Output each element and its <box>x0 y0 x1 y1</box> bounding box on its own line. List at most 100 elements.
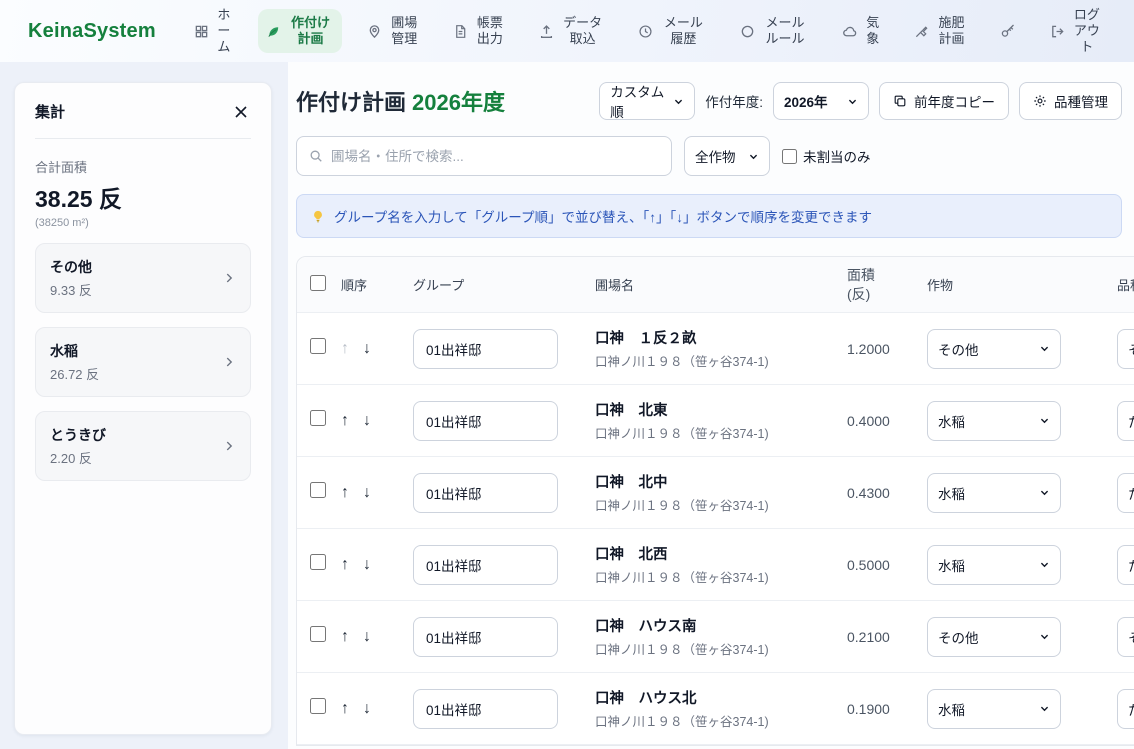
field-address: 口神ノ川１９８（笹ヶ谷374-1) <box>595 567 847 586</box>
row-checkbox[interactable] <box>310 554 326 570</box>
sort-order-select[interactable]: カスタム順 <box>599 82 695 120</box>
group-input[interactable] <box>413 473 558 513</box>
crop-filter-value: 全作物 <box>695 146 736 166</box>
crop-select-value: その他 <box>938 627 979 647</box>
move-up-button[interactable]: ↑ <box>341 412 349 430</box>
unassigned-only-checkbox[interactable] <box>782 149 797 164</box>
nav-item-logout[interactable]: ログアウト <box>1042 1 1110 62</box>
variety-select[interactable]: た <box>1117 401 1134 441</box>
page-title-year: 2026年度 <box>412 90 505 115</box>
nav-item-mail-history[interactable]: メール履歴 <box>630 9 714 54</box>
hint-banner: グループ名を入力して「グループ順」で並び替え、「↑」「↓」ボタンで順序を変更でき… <box>296 194 1122 238</box>
chevron-right-icon <box>222 439 236 453</box>
group-input[interactable] <box>413 689 558 729</box>
row-checkbox[interactable] <box>310 482 326 498</box>
table-row: ↑ ↓ 口神 北西 口神ノ川１９８（笹ヶ谷374-1) 0.5000 水稲 <box>297 529 1134 601</box>
unassigned-only-toggle[interactable]: 未割当のみ <box>782 146 871 166</box>
move-down-button[interactable]: ↓ <box>363 700 371 718</box>
chevron-down-icon <box>1039 559 1050 570</box>
chevron-down-icon <box>847 96 858 107</box>
nav-item-password[interactable] <box>992 17 1024 45</box>
chevron-down-icon <box>748 151 759 162</box>
variety-management-button[interactable]: 品種管理 <box>1019 82 1122 120</box>
field-name: 口神 ハウス南 <box>595 615 847 636</box>
area-value: 0.5000 <box>847 557 927 573</box>
crop-area: 26.72 反 <box>50 364 99 383</box>
variety-select-value: た <box>1128 483 1134 503</box>
copy-previous-year-button[interactable]: 前年度コピー <box>879 82 1009 120</box>
move-up-button[interactable]: ↑ <box>341 556 349 574</box>
move-down-button[interactable]: ↓ <box>363 340 371 358</box>
search-input[interactable] <box>331 149 659 164</box>
nav-item-label: メールルール <box>762 15 808 48</box>
move-up-button[interactable]: ↑ <box>341 484 349 502</box>
sidebar-title: 集計 <box>35 101 65 122</box>
nav-item-weather[interactable]: 気象 <box>834 9 889 54</box>
group-input[interactable] <box>413 329 558 369</box>
nav-item-planting-plan[interactable]: 作付け計画 <box>258 9 342 54</box>
select-all-checkbox[interactable] <box>310 275 326 291</box>
app-logo: KeinaSystem <box>28 20 156 43</box>
nav-item-report-output[interactable]: 帳票出力 <box>445 9 513 54</box>
table-row: ↑ ↓ 口神 ハウス北 口神ノ川１９８（笹ヶ谷374-1) 0.1900 水稲 <box>297 673 1134 745</box>
nav-item-data-import[interactable]: データ取込 <box>531 9 613 54</box>
crop-summary-card-corn[interactable]: とうきび 2.20 反 <box>35 411 251 481</box>
table-row: ↑ ↓ 口神 ハウス南 口神ノ川１９８（笹ヶ谷374-1) 0.2100 その他 <box>297 601 1134 673</box>
variety-select-value: た <box>1128 699 1134 719</box>
group-input[interactable] <box>413 401 558 441</box>
chevron-down-icon <box>1039 343 1050 354</box>
variety-select[interactable]: た <box>1117 545 1134 585</box>
move-down-button[interactable]: ↓ <box>363 484 371 502</box>
variety-select[interactable]: そ <box>1117 329 1134 369</box>
field-address: 口神ノ川１９８（笹ヶ谷374-1) <box>595 495 847 514</box>
crop-summary-card-rice[interactable]: 水稲 26.72 反 <box>35 327 251 397</box>
variety-select[interactable]: そ <box>1117 617 1134 657</box>
crop-select[interactable]: 水稲 <box>927 473 1061 513</box>
nav-item-home[interactable]: ホーム <box>186 1 240 62</box>
crop-select[interactable]: 水稲 <box>927 545 1061 585</box>
variety-select-value: た <box>1128 411 1134 431</box>
move-up-button[interactable]: ↑ <box>341 700 349 718</box>
table-row: ↑ ↓ 口神 北東 口神ノ川１９８（笹ヶ谷374-1) 0.4000 水稲 <box>297 385 1134 457</box>
group-input[interactable] <box>413 617 558 657</box>
group-input[interactable] <box>413 545 558 585</box>
nav-item-fertilization-plan[interactable]: 施肥計画 <box>906 9 974 54</box>
crop-filter-select[interactable]: 全作物 <box>684 136 770 176</box>
crop-select[interactable]: 水稲 <box>927 689 1061 729</box>
summary-sidebar: 集計 合計面積 38.25 反 (38250 m²) その他 9.33 反 水稲… <box>14 82 272 735</box>
close-icon[interactable] <box>231 102 251 122</box>
move-down-button[interactable]: ↓ <box>363 556 371 574</box>
move-up-button[interactable]: ↑ <box>341 340 349 358</box>
move-down-button[interactable]: ↓ <box>363 628 371 646</box>
variety-select[interactable]: た <box>1117 473 1134 513</box>
chevron-right-icon <box>222 355 236 369</box>
crop-select[interactable]: その他 <box>927 329 1061 369</box>
chevron-down-icon <box>1039 415 1050 426</box>
crop-summary-card-other[interactable]: その他 9.33 反 <box>35 243 251 313</box>
planting-year-select[interactable]: 2026年 <box>773 82 869 120</box>
area-value: 0.1900 <box>847 701 927 717</box>
area-value: 1.2000 <box>847 341 927 357</box>
field-name: 口神 ハウス北 <box>595 687 847 708</box>
chevron-down-icon <box>1039 487 1050 498</box>
row-checkbox[interactable] <box>310 698 326 714</box>
total-area-value: 38.25 反 <box>35 180 251 214</box>
row-checkbox[interactable] <box>310 626 326 642</box>
crop-select-value: 水稲 <box>938 411 965 431</box>
row-checkbox[interactable] <box>310 338 326 354</box>
table-header: 順序 グループ 圃場名 面積 (反) 作物 品種 <box>297 257 1134 313</box>
planting-year-label: 作付年度: <box>705 91 763 111</box>
nav-item-label: 気象 <box>865 15 881 48</box>
crop-select[interactable]: その他 <box>927 617 1061 657</box>
row-checkbox[interactable] <box>310 410 326 426</box>
nav-item-field-management[interactable]: 圃場管理 <box>359 9 427 54</box>
move-up-button[interactable]: ↑ <box>341 628 349 646</box>
move-down-button[interactable]: ↓ <box>363 412 371 430</box>
header-area-line2: (反) <box>847 285 927 303</box>
search-icon <box>309 149 323 163</box>
variety-management-label: 品種管理 <box>1054 91 1108 111</box>
variety-select[interactable]: た <box>1117 689 1134 729</box>
crop-select[interactable]: 水稲 <box>927 401 1061 441</box>
nav-item-mail-rules[interactable]: メールルール <box>732 9 816 54</box>
nav-item-label: 圃場管理 <box>389 15 419 48</box>
